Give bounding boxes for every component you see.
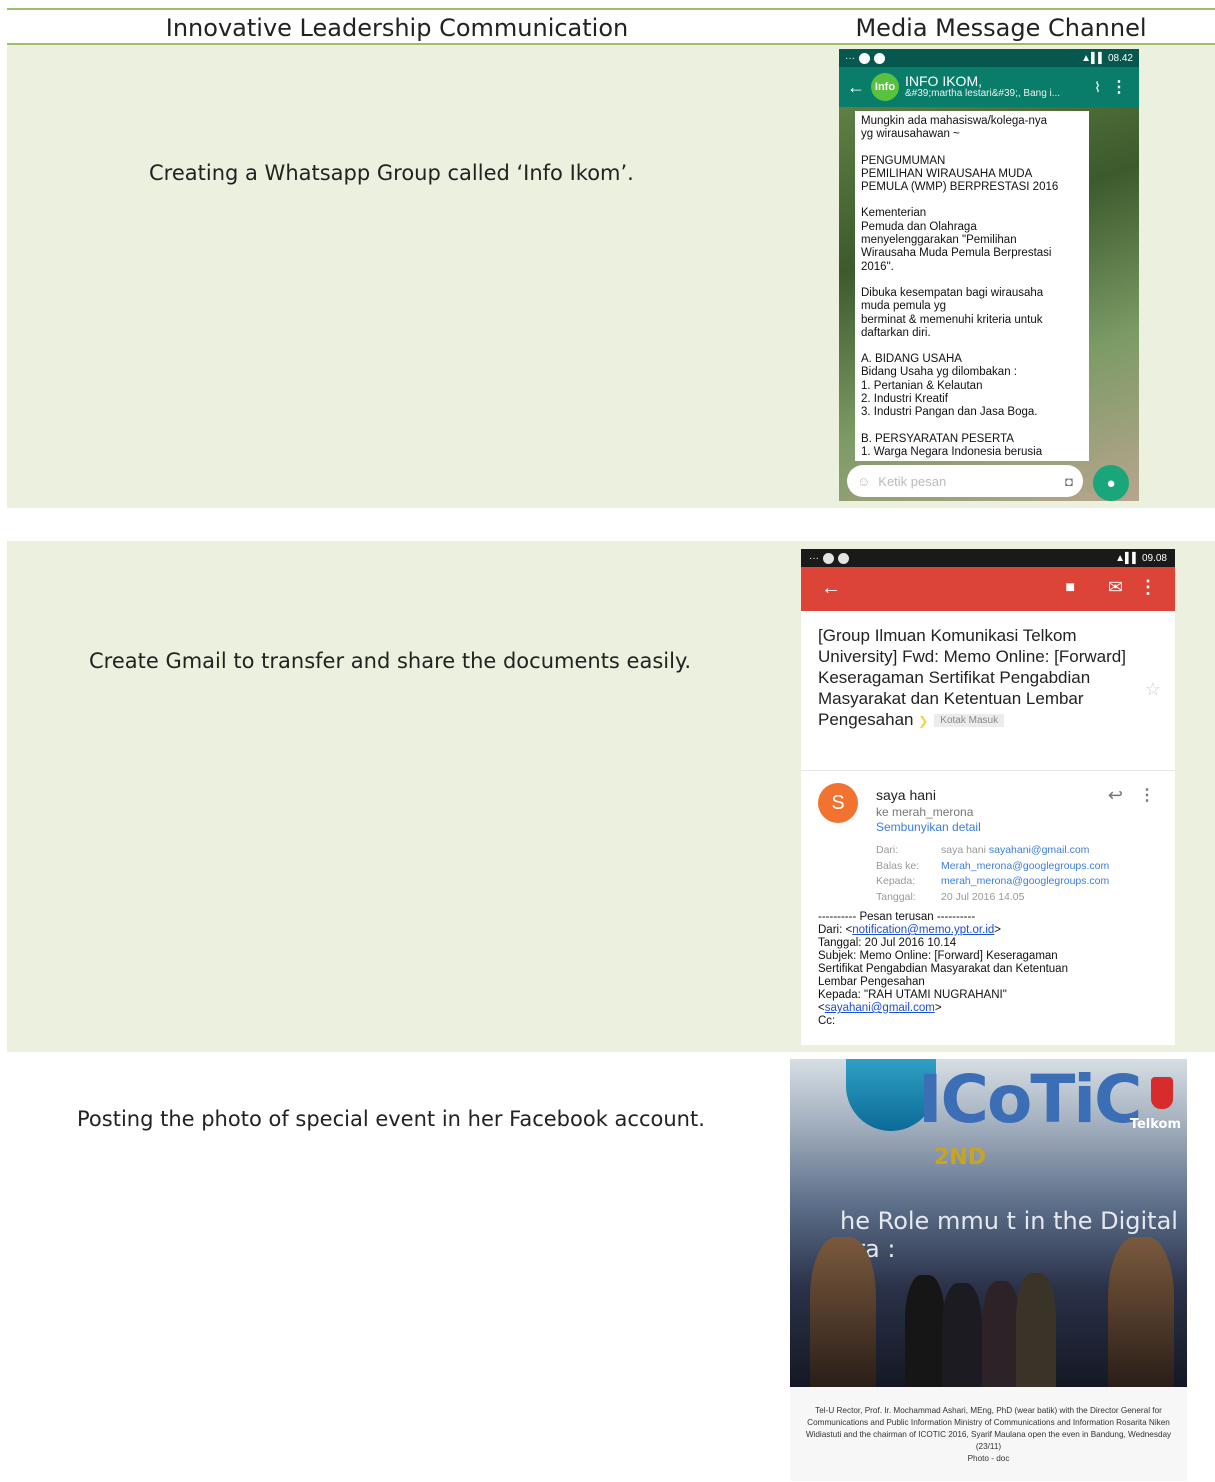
forward-to-prefix: < [818,1002,825,1014]
gmail-screenshot: ··· ▲▌▌ 09.08 ← ■ ✉ ⋮ [Group Ilmuan Komu… [801,549,1175,1045]
forward-header: ---------- Pesan terusan ---------- [818,911,976,923]
forwarded-message: ---------- Pesan terusan ---------- Dari… [818,911,1163,1028]
hide-details-link[interactable]: Sembunyikan detail [876,820,981,834]
header-leadership-communication: Innovative Leadership Communication [165,14,629,42]
statue-figure-left [810,1237,876,1387]
mail-icon[interactable]: ✉ [1108,577,1123,598]
avatar[interactable]: S [818,783,858,823]
gmail-toolbar: ← ■ ✉ ⋮ [801,567,1175,611]
status-bar: ··· ▲▌▌ 09.08 [801,549,1175,567]
sender-name: saya hani [876,787,936,803]
email-details: Dari: saya hani sayahani@gmail.com Balas … [876,843,1109,905]
detail-from-name: saya hani [941,844,986,856]
group-avatar[interactable]: Info [871,73,899,101]
divider [801,770,1175,771]
status-right: ▲▌▌ 09.08 [1115,553,1167,564]
overflow-menu-icon[interactable]: ⋮ [1139,577,1157,598]
message-paragraph: Dibuka kesempatan bagi wirausaha muda pe… [861,286,1044,339]
detail-key: Tanggal: [876,890,916,903]
importance-marker-icon: ❯ [918,714,929,728]
detail-key: Dari: [876,844,899,856]
detail-to[interactable]: merah_merona@googlegroups.com [941,875,1109,887]
header-media-message-channel: Media Message Channel [855,14,1147,42]
whatsapp-screenshot: ··· ▲▌▌ 08.42 ← Info INFO IKOM, &#39;mar… [839,49,1139,501]
overflow-menu-icon[interactable]: ⋮ [1111,77,1127,97]
forward-body: Tanggal: 20 Jul 2016 10.14 Subjek: Memo … [818,937,1068,1001]
status-right: ▲▌▌ 08.42 [1081,53,1133,64]
notification-icons: ··· [845,52,885,64]
person-figure [905,1275,945,1387]
inbox-label[interactable]: Kotak Masuk [934,714,1005,728]
forward-to-link[interactable]: sayahani@gmail.com [825,1002,935,1014]
status-time: 08.42 [1107,52,1133,64]
photo-caption: Tel-U Rector, Prof. Ir. Mochammad Ashari… [798,1405,1179,1465]
attach-clip-icon[interactable]: ⌇ [1094,79,1101,96]
trash-icon[interactable]: ■ [1065,579,1075,597]
line-icon [823,552,834,564]
email-subject: [Group Ilmuan Komunikasi Telkom Universi… [818,625,1138,732]
signal-icon: ▲▌▌ [1115,552,1140,564]
group-title-block[interactable]: INFO IKOM, &#39;martha lestari&#39;, Ban… [905,74,1060,100]
forward-from-prefix: Dari: < [818,924,853,936]
table-row-facebook: Posting the photo of special event in he… [7,1052,1215,1482]
status-time: 09.08 [1141,552,1167,564]
chat-header: ← Info INFO IKOM, &#39;martha lestari&#3… [839,67,1139,107]
message-paragraph: B. PERSYARATAN PESERTA 1. Warga Negara I… [861,432,1043,458]
forward-cc: Cc: [818,1015,836,1027]
message-paragraph: Kementerian Pemuda dan Olahraga menyelen… [861,207,1052,273]
status-bar: ··· ▲▌▌ 08.42 [839,49,1139,67]
line-icon [838,552,849,564]
more-dots-icon: ··· [809,552,819,564]
detail-date: 20 Jul 2016 14.05 [941,890,1025,903]
line-icon [874,52,885,64]
table-row-gmail: Create Gmail to transfer and share the d… [7,541,1215,1052]
detail-key: Balas ke: [876,859,920,872]
message-bubble: Mungkin ada mahasiswa/kolega-nya yg wira… [855,111,1089,461]
back-arrow-icon[interactable]: ← [821,577,841,600]
group-name: INFO IKOM, [905,73,982,89]
detail-from-email[interactable]: sayahani@gmail.com [989,844,1090,856]
detail-key: Kepada: [876,875,916,887]
row-description: Create Gmail to transfer and share the d… [89,649,692,673]
person-figure [942,1283,982,1387]
camera-icon[interactable]: ◘ [1065,474,1073,489]
telkom-wordmark: Telkom [1129,1117,1181,1132]
photo-credit: Photo - doc [967,1454,1010,1463]
row-description: Posting the photo of special event in he… [77,1107,705,1131]
signal-icon: ▲▌▌ [1081,52,1106,64]
line-icon [859,52,870,64]
telkom-logo-icon [1151,1077,1173,1109]
facebook-photo-post: ICoTiC 2ND Telkom he Role mmu t in the D… [790,1059,1187,1481]
person-figure [1016,1273,1056,1387]
group-members: &#39;martha lestari&#39;, Bang i... [905,88,1061,99]
reply-icon[interactable]: ↩ [1108,785,1123,806]
forward-from-link[interactable]: notification@memo.ypt.or.id [852,924,994,936]
table-header: Innovative Leadership Communication Medi… [7,10,1215,44]
message-placeholder: Ketik pesan [878,473,947,489]
conference-edition: 2ND [934,1145,986,1170]
message-input[interactable]: ☺ Ketik pesan ◘ [847,465,1083,497]
back-arrow-icon[interactable]: ← [847,77,865,98]
notification-icons: ··· [809,552,849,564]
message-paragraph: Mungkin ada mahasiswa/kolega-nya yg wira… [861,115,1048,141]
icotic-logo-text: ICoTiC [918,1061,1142,1138]
person-figure [982,1281,1020,1387]
caption-text: Tel-U Rector, Prof. Ir. Mochammad Ashari… [805,1406,1172,1451]
microphone-icon[interactable]: ● [1093,465,1129,501]
recipient: ke merah_merona [876,805,974,819]
message-paragraph: PENGUMUMAN PEMILIHAN WIRAUSAHA MUDA PEMU… [861,154,1059,194]
detail-reply-to[interactable]: Merah_merona@googlegroups.com [941,860,1109,872]
event-photo: ICoTiC 2ND Telkom he Role mmu t in the D… [790,1059,1187,1387]
statue-figure-right [1108,1237,1174,1387]
more-dots-icon: ··· [845,52,855,64]
message-paragraph: A. BIDANG USAHA Bidang Usaha yg dilombak… [861,353,1038,419]
row-description: Creating a Whatsapp Group called ‘Info I… [149,161,634,185]
star-icon[interactable]: ☆ [1145,679,1161,700]
forward-from-suffix: > [994,924,1001,936]
forward-to-suffix: > [934,1002,942,1014]
emoji-icon[interactable]: ☺ [857,474,870,489]
table-row-whatsapp: Creating a Whatsapp Group called ‘Info I… [7,45,1215,508]
more-options-icon[interactable]: ⋮ [1139,785,1155,805]
